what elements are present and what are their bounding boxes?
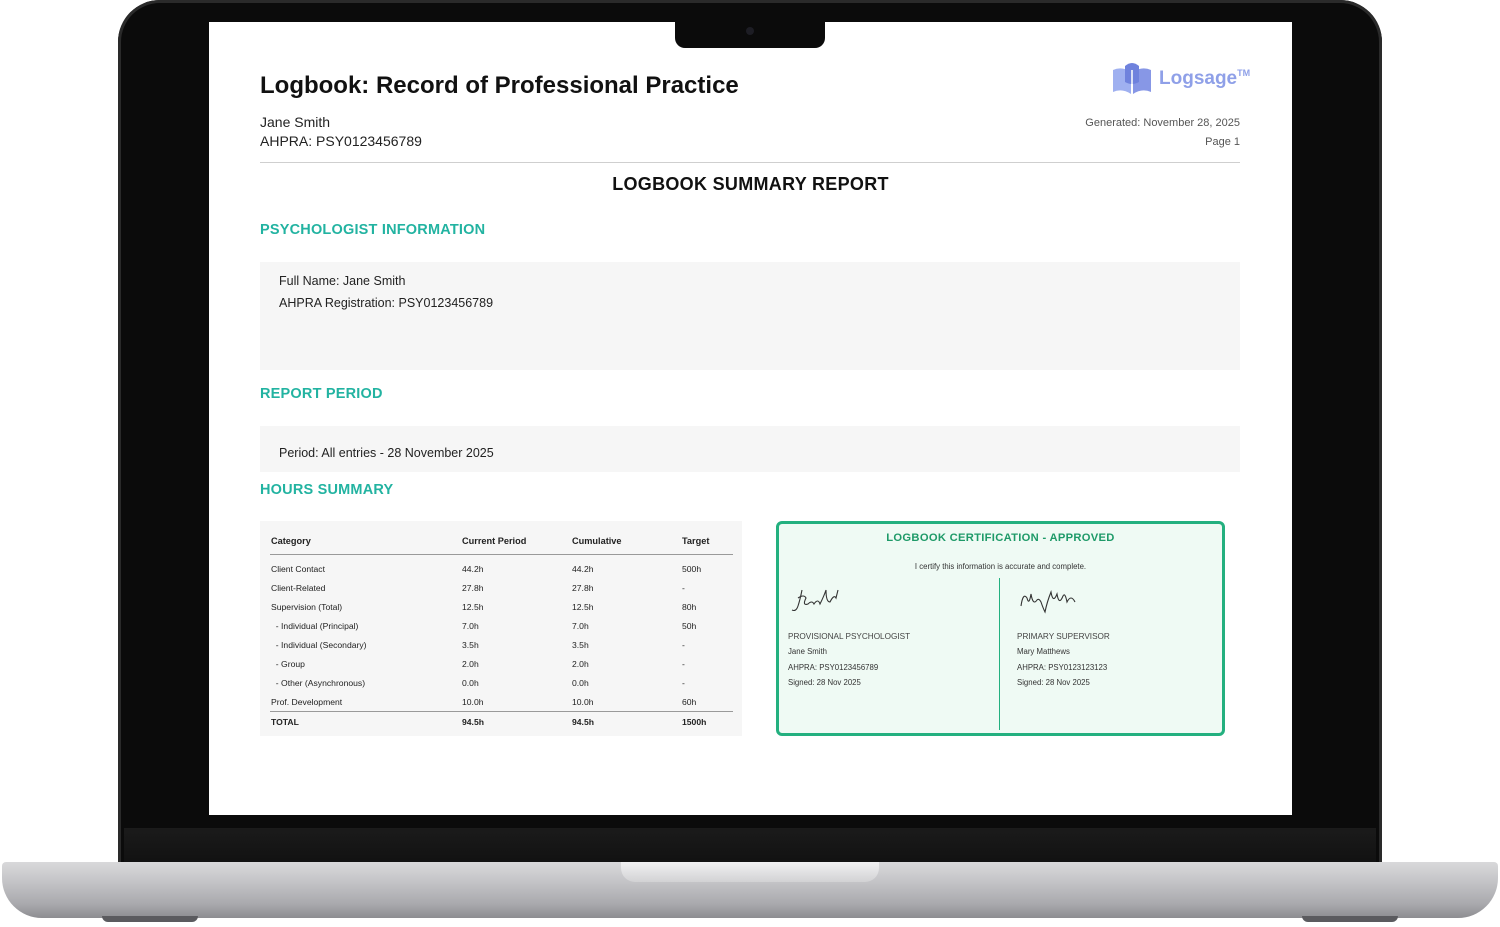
table-cell: - Individual (Secondary) xyxy=(271,639,367,650)
table-cell: 44.2h xyxy=(572,563,594,574)
logsage-logo: LogsageTM xyxy=(1111,62,1250,96)
logo-trademark: TM xyxy=(1237,68,1251,78)
total-cell: 1500h xyxy=(681,711,733,731)
document-owner: Jane Smith AHPRA: PSY0123456789 xyxy=(260,113,422,151)
table-cell: - Individual (Principal) xyxy=(271,620,359,631)
table-cell: Client Contact xyxy=(271,563,325,574)
section-heading-psychologist: PSYCHOLOGIST INFORMATION xyxy=(260,222,486,238)
signer-ahpra: AHPRA: PSY0123123123 xyxy=(1017,662,1108,672)
table-cell: 12.5h xyxy=(572,601,594,612)
table-total-row: TOTAL 94.5h 94.5h 1500h xyxy=(270,711,733,731)
signer-ahpra: AHPRA: PSY0123456789 xyxy=(788,662,879,672)
table-cell: 10.0h xyxy=(572,696,594,707)
table-row: Prof. Development 10.0h 10.0h 60h xyxy=(270,692,733,712)
table-cell: 50h xyxy=(682,620,697,631)
table-cell: - xyxy=(682,677,685,688)
table-cell: - xyxy=(682,658,685,669)
table-cell: 0.0h xyxy=(572,677,589,688)
signature-icon xyxy=(791,589,839,612)
certification-box: LOGBOOK CERTIFICATION - APPROVED I certi… xyxy=(776,521,1225,736)
table-cell: 60h xyxy=(682,696,697,707)
signer-signed-date: Signed: 28 Nov 2025 xyxy=(1017,677,1090,687)
table-row: - Individual (Principal) 7.0h 7.0h 50h xyxy=(270,616,733,635)
laptop-foot xyxy=(102,916,198,922)
generated-date: Generated: November 28, 2025 xyxy=(1085,117,1240,129)
table-cell: 3.5h xyxy=(462,639,479,650)
table-cell: Supervision (Total) xyxy=(271,601,343,612)
logo-text: LogsageTM xyxy=(1159,68,1251,89)
laptop-foot xyxy=(1302,916,1398,922)
ahpra-registration: AHPRA Registration: PSY0123456789 xyxy=(279,296,494,310)
total-cell: TOTAL xyxy=(270,711,461,731)
header-divider xyxy=(260,162,1240,163)
column-header: Current Period xyxy=(461,528,571,555)
page-number: Page 1 xyxy=(1205,136,1240,148)
table-cell: - xyxy=(682,582,685,593)
certification-divider xyxy=(999,578,1000,730)
laptop-bezel xyxy=(124,828,1376,864)
column-header: Category xyxy=(270,528,461,555)
owner-name: Jane Smith xyxy=(260,114,331,130)
laptop-opening-notch xyxy=(621,862,879,882)
hours-table-header: Category Current Period Cumulative Targe… xyxy=(270,528,733,555)
table-cell: 10.0h xyxy=(462,696,484,707)
signer-signed-date: Signed: 28 Nov 2025 xyxy=(788,677,861,687)
table-row: - Other (Asynchronous) 0.0h 0.0h - xyxy=(270,673,733,692)
signer-role: PROVISIONAL PSYCHOLOGIST xyxy=(788,632,911,641)
table-cell: 7.0h xyxy=(572,620,589,631)
report-period-box: Period: All entries - 28 November 2025 xyxy=(260,426,1240,472)
signer-role: PRIMARY SUPERVISOR xyxy=(1017,632,1110,641)
table-cell: 500h xyxy=(682,563,702,574)
signer-supervisor: PRIMARY SUPERVISOR Mary Matthews AHPRA: … xyxy=(1017,584,1217,690)
table-cell: 2.0h xyxy=(462,658,479,669)
table-cell: Prof. Development xyxy=(271,696,343,707)
document-meta: Generated: November 28, 2025 Page 1 xyxy=(1085,114,1240,152)
signature-icon xyxy=(1020,589,1076,614)
hours-summary-box: Category Current Period Cumulative Targe… xyxy=(260,521,742,736)
report-period-text: Period: All entries - 28 November 2025 xyxy=(279,446,494,460)
column-header: Target xyxy=(681,528,733,555)
table-row: Supervision (Total) 12.5h 12.5h 80h xyxy=(270,597,733,616)
section-heading-report-period: REPORT PERIOD xyxy=(260,386,383,402)
logsage-book-logo-icon xyxy=(1113,63,1151,94)
table-cell: 27.8h xyxy=(462,582,484,593)
table-cell: 12.5h xyxy=(462,601,484,612)
full-name: Full Name: Jane Smith xyxy=(279,274,406,288)
total-cell: 94.5h xyxy=(571,711,681,731)
table-cell: - Group xyxy=(271,658,305,669)
table-cell: 80h xyxy=(682,601,697,612)
certification-statement: I certify this information is accurate a… xyxy=(914,562,1087,571)
owner-ahpra: AHPRA: PSY0123456789 xyxy=(260,133,422,149)
table-row: - Group 2.0h 2.0h - xyxy=(270,654,733,673)
table-cell: 3.5h xyxy=(572,639,589,650)
certification-title: LOGBOOK CERTIFICATION - APPROVED xyxy=(886,532,1115,544)
signer-psychologist: PROVISIONAL PSYCHOLOGIST Jane Smith AHPR… xyxy=(788,584,988,690)
table-row: - Individual (Secondary) 3.5h 3.5h - xyxy=(270,635,733,654)
hours-table: Category Current Period Cumulative Targe… xyxy=(270,528,733,731)
signer-name: Mary Matthews xyxy=(1017,647,1070,657)
psychologist-info-box: Full Name: Jane Smith AHPRA Registration… xyxy=(260,262,1240,370)
laptop-screen: Logbook: Record of Professional Practice… xyxy=(209,22,1292,815)
total-cell: 94.5h xyxy=(461,711,571,731)
table-cell: - Other (Asynchronous) xyxy=(271,677,366,688)
report-title: LOGBOOK SUMMARY REPORT xyxy=(612,174,889,194)
section-heading-hours-summary: HOURS SUMMARY xyxy=(260,482,394,498)
document-title: Logbook: Record of Professional Practice xyxy=(260,72,739,99)
signer-name: Jane Smith xyxy=(788,647,828,657)
table-cell: 27.8h xyxy=(572,582,594,593)
table-row: Client-Related 27.8h 27.8h - xyxy=(270,578,733,597)
column-header: Cumulative xyxy=(571,528,681,555)
table-cell: 7.0h xyxy=(462,620,479,631)
table-cell: Client-Related xyxy=(271,582,326,593)
table-cell: 44.2h xyxy=(462,563,484,574)
table-cell: - xyxy=(682,639,685,650)
table-row: Client Contact 44.2h 44.2h 500h xyxy=(270,555,733,579)
camera-icon xyxy=(746,27,754,35)
table-cell: 2.0h xyxy=(572,658,589,669)
table-cell: 0.0h xyxy=(462,677,479,688)
